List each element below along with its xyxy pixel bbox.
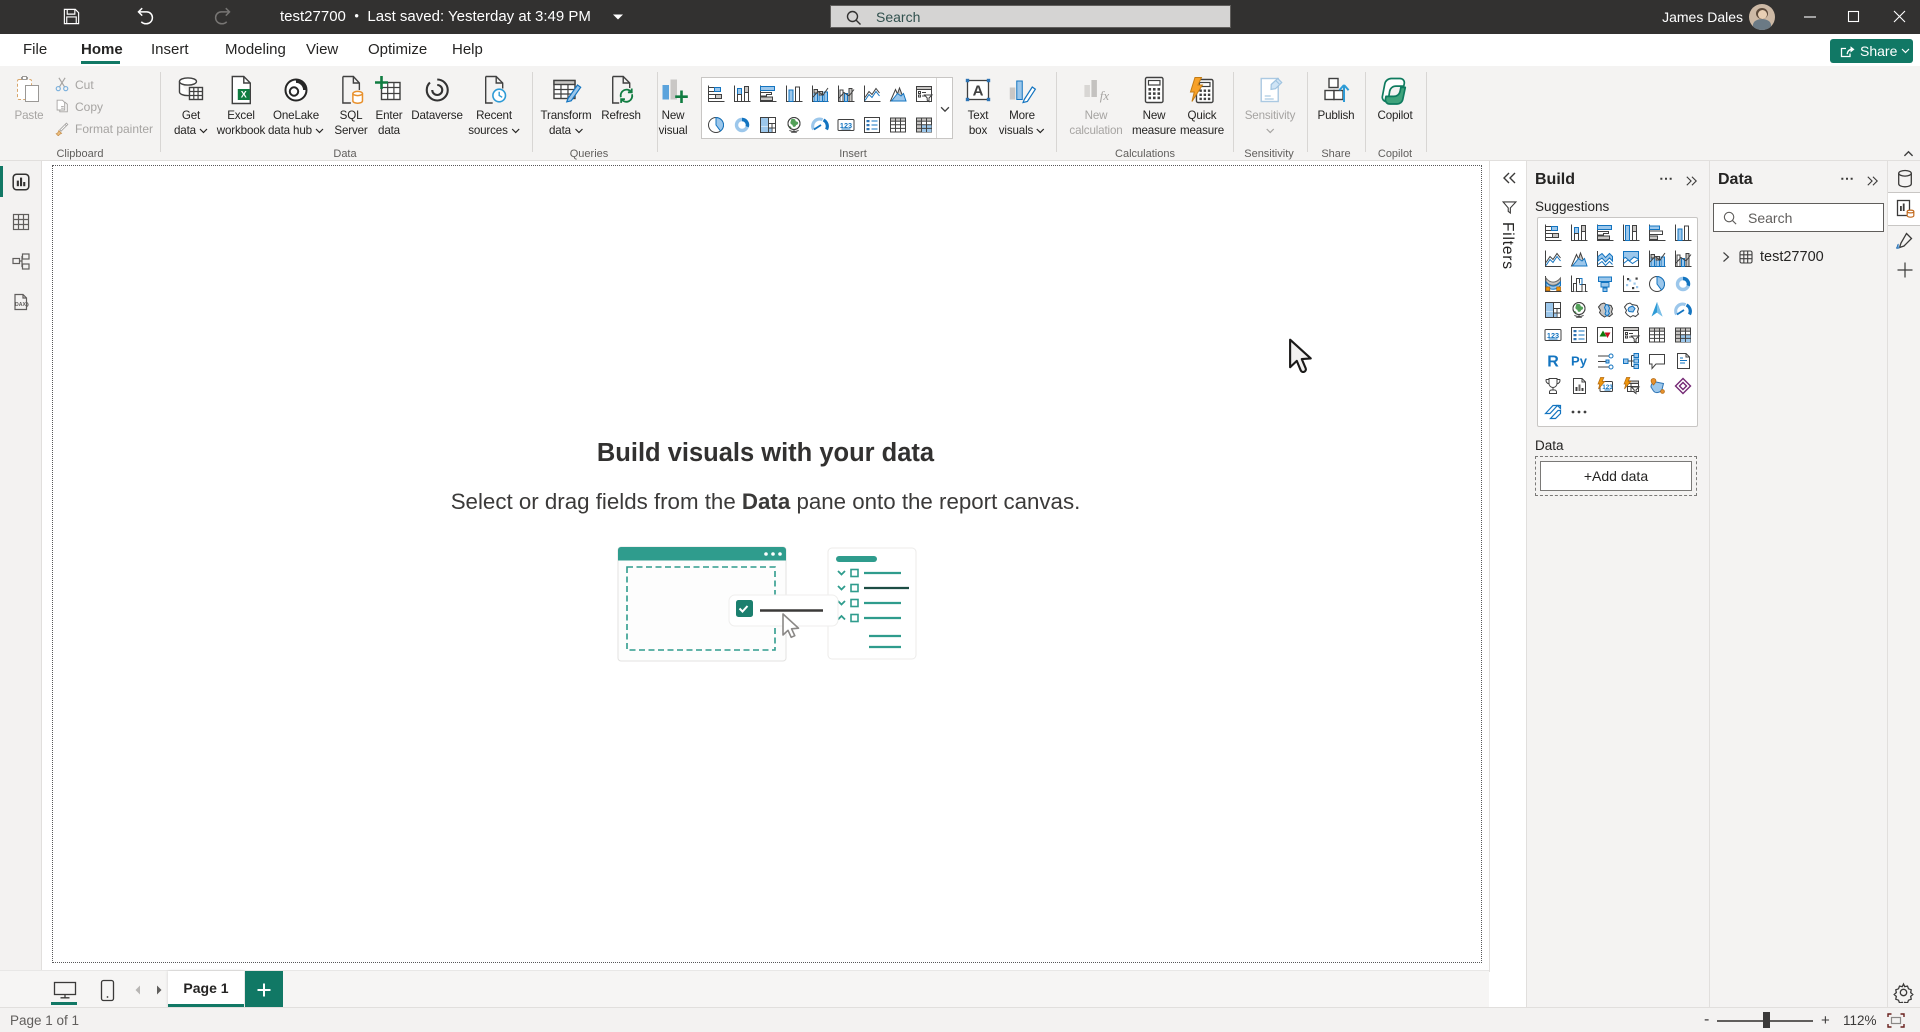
svg-text:DAX: DAX [15,302,26,308]
